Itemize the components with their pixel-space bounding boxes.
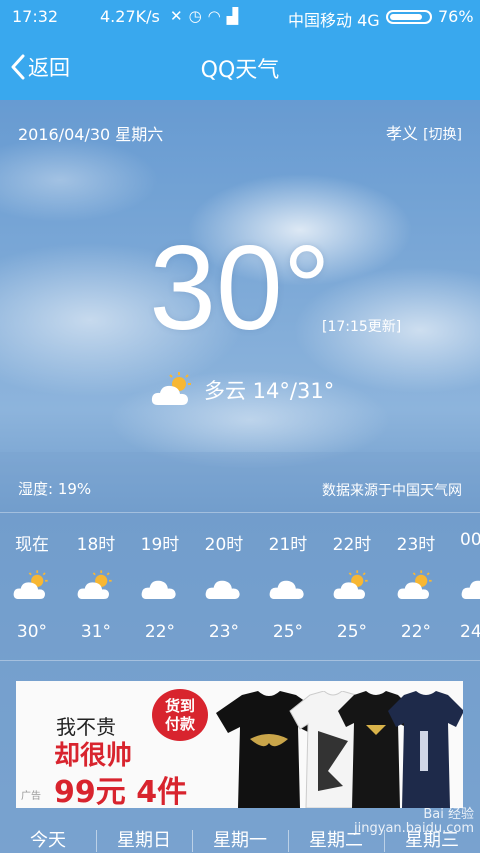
hour-item: 21时 25° bbox=[256, 530, 320, 642]
battery-icon bbox=[386, 10, 432, 24]
mute-icon: ✕ bbox=[170, 7, 189, 25]
hour-item: 现在 30° bbox=[0, 530, 64, 642]
partly-cloudy-icon bbox=[13, 570, 48, 600]
carrier: 中国移动 4G bbox=[288, 11, 380, 30]
hour-temp: 25° bbox=[336, 622, 368, 642]
navy-tshirt-image bbox=[388, 691, 463, 808]
status-time: 17:32 bbox=[12, 7, 59, 26]
hour-temp: 30° bbox=[16, 622, 48, 642]
wifi-icon: ◠ bbox=[207, 7, 227, 25]
signal-icon: ▟ bbox=[226, 7, 245, 25]
ad-banner[interactable]: 我不贵 却很帅 99元 4件 广告 货到 付款 bbox=[16, 681, 463, 808]
tab-today[interactable]: 今天 bbox=[0, 826, 96, 852]
partly-cloudy-icon bbox=[333, 570, 368, 600]
divider bbox=[0, 512, 480, 513]
hour-item: 23时 22° bbox=[384, 530, 448, 642]
hour-label: 18时 bbox=[76, 535, 116, 555]
hour-temp: 22° bbox=[400, 622, 432, 642]
hour-item: 22时 25° bbox=[320, 530, 384, 642]
badge-bottom: 付款 bbox=[164, 715, 195, 733]
divider bbox=[0, 660, 480, 661]
watermark: Bai 经验 jingyan.baidu.com bbox=[354, 807, 474, 836]
partly-cloudy-icon bbox=[151, 372, 191, 405]
hour-temp: 25° bbox=[272, 622, 304, 642]
tab-sunday[interactable]: 星期日 bbox=[96, 826, 192, 852]
switch-label: [切换] bbox=[423, 127, 462, 143]
condition-row: 多云 14°/31° bbox=[150, 372, 334, 408]
alarm-icon: ◷ bbox=[188, 7, 208, 25]
cloudy-icon bbox=[269, 580, 304, 600]
page-title: QQ天气 bbox=[200, 58, 280, 83]
partly-cloudy-icon bbox=[77, 570, 112, 600]
badge-top: 货到 bbox=[164, 697, 195, 715]
city-name: 孝义 bbox=[385, 124, 418, 143]
city-switch[interactable]: 孝义 [切换] bbox=[386, 120, 462, 144]
tab-monday[interactable]: 星期一 bbox=[192, 826, 288, 852]
hour-temp: 23° bbox=[208, 622, 240, 642]
battery-level: 76% bbox=[438, 7, 474, 26]
hour-label: 19时 bbox=[140, 535, 180, 555]
current-temperature: 30° bbox=[149, 221, 331, 355]
hour-item: 19时 22° bbox=[128, 530, 192, 642]
hour-label: 21时 bbox=[268, 535, 308, 555]
hour-label: 现在 bbox=[15, 535, 49, 555]
status-bar: 17:32 4.27K/s ✕◷◠▟ 中国移动 4G 76% bbox=[0, 0, 480, 34]
hour-item: 00 24 bbox=[448, 530, 480, 642]
hour-label: 22时 bbox=[332, 535, 372, 555]
data-source: 数据来源于中国天气网 bbox=[322, 483, 462, 499]
network-speed: 4.27K/s bbox=[100, 7, 160, 26]
hour-item: 18时 31° bbox=[64, 530, 128, 642]
hour-temp: 31° bbox=[80, 622, 112, 642]
status-icons: ✕◷◠▟ bbox=[170, 7, 244, 25]
cloudy-icon bbox=[461, 580, 480, 600]
hour-label: 23时 bbox=[396, 535, 436, 555]
ad-line-3: 99元 4件 bbox=[54, 775, 188, 808]
humidity: 湿度: 19% bbox=[18, 480, 92, 498]
hour-label: 20时 bbox=[204, 535, 244, 555]
condition-text: 多云 14°/31° bbox=[204, 379, 335, 403]
hour-temp: 24 bbox=[460, 622, 480, 642]
hour-temp: 22° bbox=[144, 622, 176, 642]
cloudy-icon bbox=[141, 580, 176, 600]
hour-label: 00 bbox=[460, 530, 480, 550]
hour-item: 20时 23° bbox=[192, 530, 256, 642]
partly-cloudy-icon bbox=[397, 570, 432, 600]
update-time: [17:15更新] bbox=[322, 319, 402, 335]
date-label: 2016/04/30 星期六 bbox=[18, 125, 164, 144]
cod-badge: 货到 付款 bbox=[152, 689, 208, 741]
cloudy-icon bbox=[205, 580, 240, 600]
title-bar: 返回 QQ天气 bbox=[0, 34, 480, 100]
ad-tag: 广告 bbox=[21, 791, 41, 802]
